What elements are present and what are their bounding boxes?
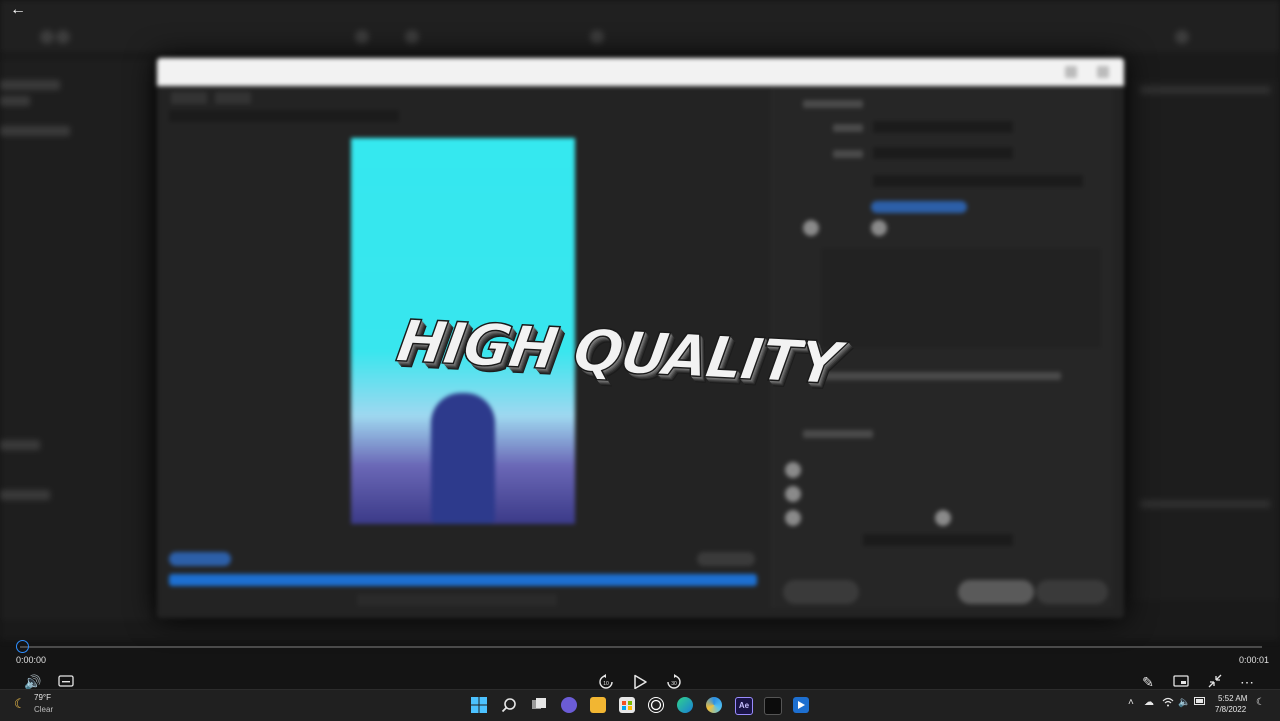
background-row xyxy=(0,96,30,106)
close-icon xyxy=(1097,66,1109,78)
cloud-icon[interactable]: ☁ xyxy=(1144,697,1154,708)
store-icon[interactable] xyxy=(619,697,635,713)
clock-date[interactable]: 7/8/2022 xyxy=(1215,705,1246,714)
output-name-link xyxy=(871,201,967,213)
edge-icon[interactable] xyxy=(677,697,693,713)
export-video-toggle xyxy=(803,220,819,236)
render-alpha-toggle xyxy=(935,510,951,526)
export-settings-heading xyxy=(803,100,863,108)
background-row xyxy=(0,440,40,450)
background-row xyxy=(0,80,60,90)
seek-knob[interactable] xyxy=(16,640,29,653)
export-range-bar xyxy=(169,574,757,586)
in-point-chip xyxy=(169,552,231,566)
forward-30-icon[interactable]: 30 xyxy=(665,674,683,690)
match-settings-label xyxy=(803,430,873,438)
background-icon xyxy=(355,30,369,44)
current-time: 0:00:00 xyxy=(16,655,47,665)
rewind-10-icon[interactable]: 10 xyxy=(597,674,615,690)
metadata-button xyxy=(783,580,859,604)
out-point-chip xyxy=(697,552,755,566)
background-icon xyxy=(40,30,54,44)
background-icon xyxy=(405,30,419,44)
after-effects-icon[interactable]: Ae xyxy=(735,697,753,715)
taskbar xyxy=(0,689,1280,721)
obs-icon[interactable] xyxy=(648,697,664,713)
export-audio-toggle xyxy=(871,220,887,236)
dialog-titlebar xyxy=(157,58,1124,86)
range-field xyxy=(357,594,557,606)
weather-moon-icon[interactable]: ☾ xyxy=(14,696,26,712)
edit-icon[interactable]: ✎ xyxy=(1139,674,1157,690)
windows-start-icon[interactable] xyxy=(471,697,487,713)
weather-condition[interactable]: Clear xyxy=(34,705,53,714)
background-row xyxy=(0,126,70,136)
background-toolbar xyxy=(0,0,1280,52)
arrow-left-icon[interactable]: ← xyxy=(4,0,32,20)
use-previews-toggle xyxy=(785,486,801,502)
fullscreen-exit-icon[interactable] xyxy=(1206,674,1224,690)
tabs-row xyxy=(821,372,1061,380)
tab-source xyxy=(171,92,207,104)
battery-icon[interactable] xyxy=(1194,697,1206,708)
file-explorer-icon[interactable] xyxy=(590,697,606,713)
background-left-panel xyxy=(0,60,150,620)
format-label xyxy=(833,124,863,132)
rewind-label: 10 xyxy=(603,681,609,687)
preset-label xyxy=(833,150,863,158)
export-button xyxy=(958,580,1034,604)
chevron-up-icon[interactable]: ˄ xyxy=(1128,697,1134,708)
captions-icon[interactable] xyxy=(57,674,75,690)
background-icon xyxy=(1175,30,1189,44)
seek-bar[interactable] xyxy=(20,646,1262,648)
source-scaling-field xyxy=(169,110,399,122)
play-icon[interactable] xyxy=(631,674,649,690)
terminal-icon[interactable] xyxy=(764,697,782,715)
background-row xyxy=(1140,86,1270,94)
search-icon[interactable] xyxy=(501,697,517,713)
background-row xyxy=(1140,500,1270,508)
background-icon xyxy=(56,30,70,44)
time-interpolation-field xyxy=(863,534,1013,546)
preset-field xyxy=(873,147,1013,159)
end-time: 0:00:01 xyxy=(1239,655,1270,665)
minimize-icon xyxy=(1065,66,1077,78)
speaker-icon[interactable]: 🔈 xyxy=(1178,697,1190,708)
weather-temperature[interactable]: 79°F xyxy=(34,693,51,702)
set-start-timecode-toggle xyxy=(785,510,801,526)
background-row xyxy=(0,490,50,500)
task-view-icon[interactable] xyxy=(531,697,547,713)
chat-icon[interactable] xyxy=(561,697,577,713)
background-right-panel xyxy=(1130,80,1280,600)
forward-label: 30 xyxy=(671,681,677,687)
tab-output xyxy=(215,92,251,104)
browser-icon[interactable] xyxy=(706,697,722,713)
wifi-icon[interactable] xyxy=(1162,697,1174,710)
summary-box xyxy=(821,248,1101,348)
format-field xyxy=(873,121,1013,133)
more-icon[interactable]: ⋯ xyxy=(1238,674,1256,690)
notification-icon[interactable]: ☾ xyxy=(1256,697,1265,708)
max-render-toggle xyxy=(785,462,801,478)
clock-time[interactable]: 5:52 AM xyxy=(1218,694,1247,703)
comments-field xyxy=(873,175,1083,187)
volume-icon[interactable]: 🔊 xyxy=(24,674,42,690)
media-player-icon[interactable] xyxy=(793,697,809,713)
miniplayer-icon[interactable] xyxy=(1172,674,1190,690)
preview-figure xyxy=(431,393,495,524)
cancel-button xyxy=(1036,580,1108,604)
background-icon xyxy=(590,30,604,44)
